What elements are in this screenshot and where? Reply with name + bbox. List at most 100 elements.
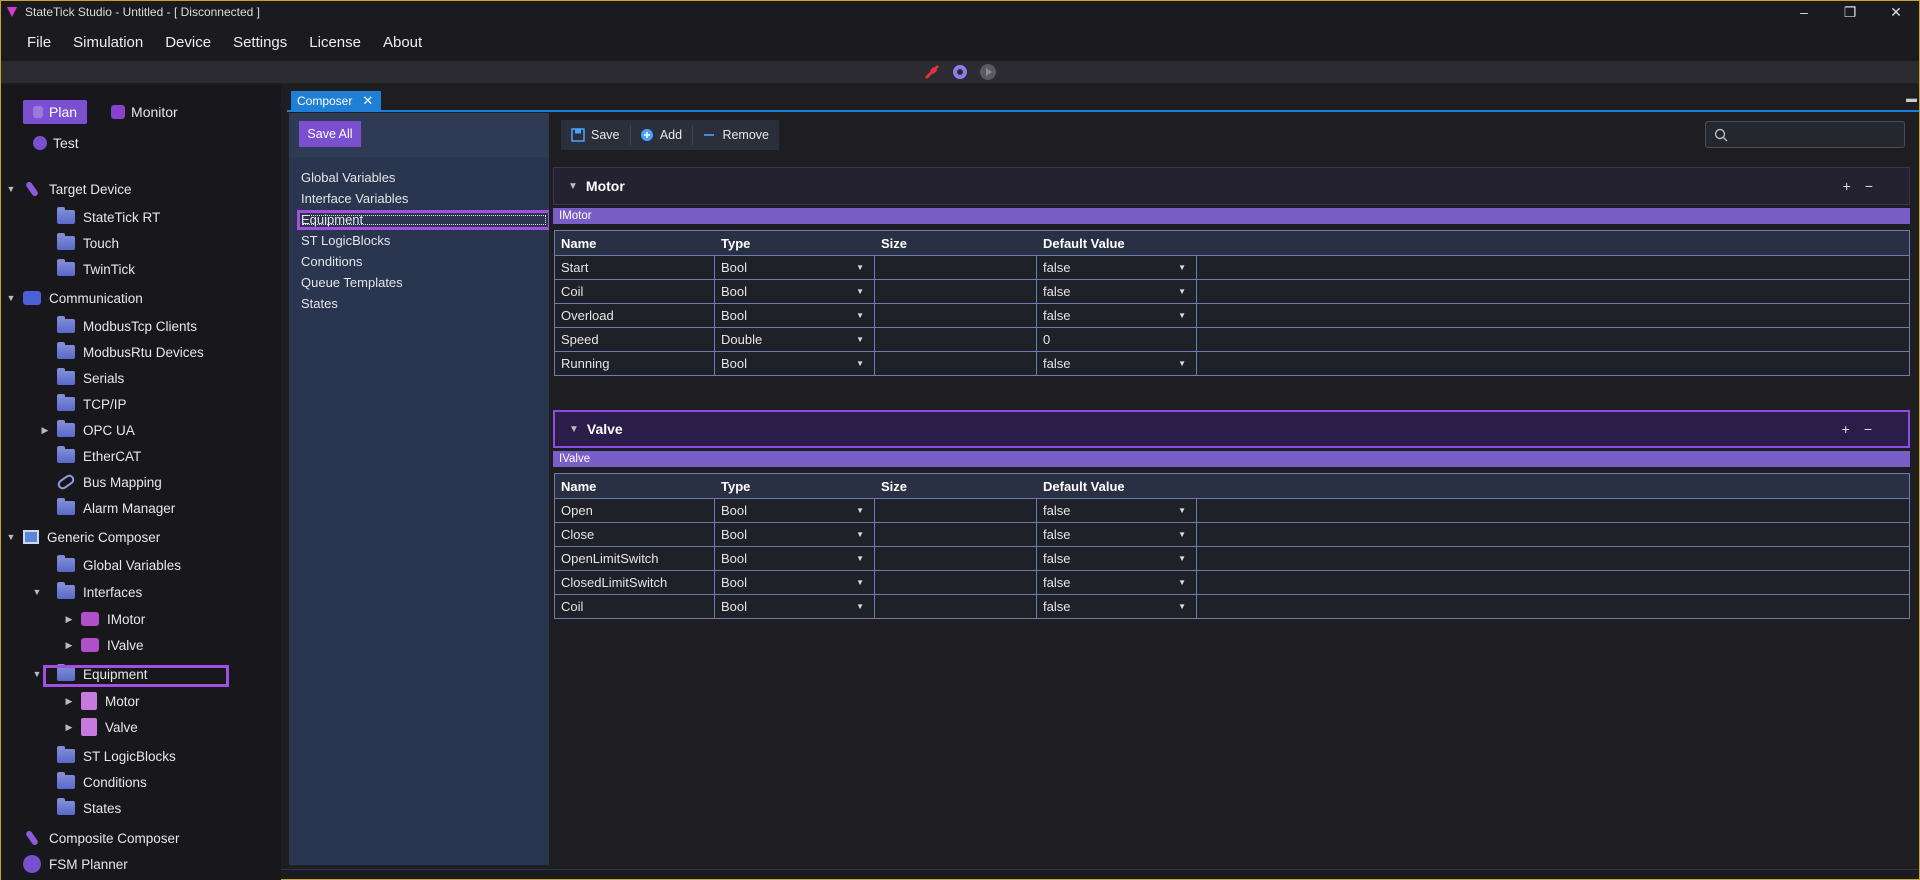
type-dropdown[interactable]: Bool ▼	[715, 256, 875, 279]
size-cell[interactable]	[875, 280, 1037, 303]
save-all-button[interactable]: Save All	[299, 121, 361, 147]
menu-about[interactable]: About	[383, 34, 422, 51]
default-value-cell[interactable]: 0	[1037, 328, 1197, 351]
category-global-variables[interactable]: Global Variables	[301, 170, 395, 185]
tree-imotor[interactable]: ▶ IMotor	[63, 609, 146, 629]
equipment-group-header[interactable]: ▼ Valve + −	[553, 410, 1910, 448]
tab-composer[interactable]: Composer ✕	[291, 91, 381, 111]
expand-arrow-icon[interactable]: ▼	[5, 184, 17, 194]
expand-arrow-icon[interactable]: ▶	[63, 722, 75, 733]
default-dropdown[interactable]: false ▼	[1037, 352, 1197, 375]
tree-tcpip[interactable]: TCP/IP	[39, 394, 127, 414]
tree-interfaces[interactable]: ▼ Interfaces	[31, 582, 142, 602]
search-box[interactable]	[1705, 121, 1905, 148]
add-row-icon[interactable]: +	[1843, 178, 1851, 194]
tree-st-logicblocks[interactable]: ST LogicBlocks	[39, 746, 176, 766]
default-dropdown[interactable]: false ▼	[1037, 304, 1197, 327]
default-dropdown[interactable]: false ▼	[1037, 499, 1197, 522]
name-cell[interactable]: Start	[555, 256, 715, 279]
menu-simulation[interactable]: Simulation	[73, 34, 143, 51]
type-dropdown[interactable]: Bool ▼	[715, 280, 875, 303]
name-cell[interactable]: Overload	[555, 304, 715, 327]
name-cell[interactable]: Speed	[555, 328, 715, 351]
default-dropdown[interactable]: false ▼	[1037, 595, 1197, 618]
tree-motor[interactable]: ▶ Motor	[63, 691, 140, 711]
category-interface-variables[interactable]: Interface Variables	[301, 191, 408, 206]
expand-arrow-icon[interactable]: ▶	[63, 614, 75, 625]
menu-device[interactable]: Device	[165, 34, 211, 51]
default-dropdown[interactable]: false ▼	[1037, 547, 1197, 570]
tree-conditions[interactable]: Conditions	[39, 772, 147, 792]
default-dropdown[interactable]: false ▼	[1037, 256, 1197, 279]
category-st-logicblocks[interactable]: ST LogicBlocks	[301, 233, 390, 248]
tree-serials[interactable]: Serials	[39, 368, 124, 388]
type-dropdown[interactable]: Bool ▼	[715, 595, 875, 618]
close-button[interactable]: ✕	[1873, 1, 1919, 23]
menu-license[interactable]: License	[309, 34, 361, 51]
tree-ethercat[interactable]: EtherCAT	[39, 446, 141, 466]
tree-opc-ua[interactable]: ▶ OPC UA	[39, 420, 135, 440]
tree-modbusrtu-devices[interactable]: ModbusRtu Devices	[39, 342, 204, 362]
remove-row-icon[interactable]: −	[1865, 178, 1873, 194]
name-cell[interactable]: OpenLimitSwitch	[555, 547, 715, 570]
type-dropdown[interactable]: Bool ▼	[715, 523, 875, 546]
category-queue-templates[interactable]: Queue Templates	[301, 275, 403, 290]
category-states[interactable]: States	[301, 296, 338, 311]
tree-generic-composer[interactable]: ▼ Generic Composer	[5, 527, 161, 547]
play-icon[interactable]	[979, 63, 997, 81]
test-mode-button[interactable]: Test	[23, 131, 89, 155]
expand-arrow-icon[interactable]: ▶	[63, 696, 75, 707]
expand-arrow-icon[interactable]: ▶	[63, 640, 75, 651]
collapse-arrow-icon[interactable]: ▼	[569, 424, 579, 435]
type-dropdown[interactable]: Bool ▼	[715, 352, 875, 375]
tree-composite-composer[interactable]: Composite Composer	[5, 828, 180, 848]
size-cell[interactable]	[875, 523, 1037, 546]
restore-button[interactable]: ❐	[1827, 1, 1873, 23]
tree-ivalve[interactable]: ▶ IValve	[63, 635, 144, 655]
monitor-mode-button[interactable]: Monitor	[101, 100, 188, 124]
plan-mode-button[interactable]: Plan	[23, 100, 88, 124]
expand-arrow-icon[interactable]: ▶	[39, 425, 51, 436]
name-cell[interactable]: Running	[555, 352, 715, 375]
type-dropdown[interactable]: Bool ▼	[715, 499, 875, 522]
menu-settings[interactable]: Settings	[233, 34, 287, 51]
add-button[interactable]: Add	[630, 120, 692, 150]
tree-bus-mapping[interactable]: Bus Mapping	[39, 472, 162, 492]
remove-row-icon[interactable]: −	[1864, 421, 1872, 437]
tree-modbustcp-clients[interactable]: ModbusTcp Clients	[39, 316, 197, 336]
save-button[interactable]: Save	[561, 120, 630, 150]
minimize-button[interactable]: –	[1781, 1, 1827, 23]
tree-statetick-rt[interactable]: StateTick RT	[39, 207, 160, 227]
default-dropdown[interactable]: false ▼	[1037, 523, 1197, 546]
menu-file[interactable]: File	[27, 34, 51, 51]
tree-alarm-manager[interactable]: Alarm Manager	[39, 498, 175, 518]
size-cell[interactable]	[875, 571, 1037, 594]
name-cell[interactable]: ClosedLimitSwitch	[555, 571, 715, 594]
remove-button[interactable]: Remove	[692, 120, 779, 150]
tree-global-variables[interactable]: Global Variables	[39, 555, 181, 575]
size-cell[interactable]	[875, 595, 1037, 618]
name-cell[interactable]: Open	[555, 499, 715, 522]
name-cell[interactable]: Close	[555, 523, 715, 546]
name-cell[interactable]: Coil	[555, 595, 715, 618]
category-equipment[interactable]: Equipment	[301, 212, 363, 227]
tree-target-device[interactable]: ▼ Target Device	[5, 179, 132, 199]
tree-twintick[interactable]: TwinTick	[39, 259, 135, 279]
size-cell[interactable]	[875, 256, 1037, 279]
close-icon[interactable]: ✕	[362, 93, 373, 109]
size-cell[interactable]	[875, 547, 1037, 570]
tree-valve[interactable]: ▶ Valve	[63, 717, 138, 737]
tree-touch[interactable]: Touch	[39, 233, 119, 253]
type-dropdown[interactable]: Bool ▼	[715, 304, 875, 327]
size-cell[interactable]	[875, 304, 1037, 327]
expand-arrow-icon[interactable]: ▼	[5, 293, 17, 303]
default-dropdown[interactable]: false ▼	[1037, 571, 1197, 594]
tree-states[interactable]: States	[39, 798, 121, 818]
tree-fsm-planner[interactable]: FSM Planner	[5, 854, 128, 874]
expand-arrow-icon[interactable]: ▼	[5, 532, 17, 542]
search-input[interactable]	[1734, 127, 1894, 142]
type-dropdown[interactable]: Bool ▼	[715, 547, 875, 570]
tree-communication[interactable]: ▼ Communication	[5, 288, 143, 308]
size-cell[interactable]	[875, 328, 1037, 351]
plug-icon[interactable]	[923, 63, 941, 81]
